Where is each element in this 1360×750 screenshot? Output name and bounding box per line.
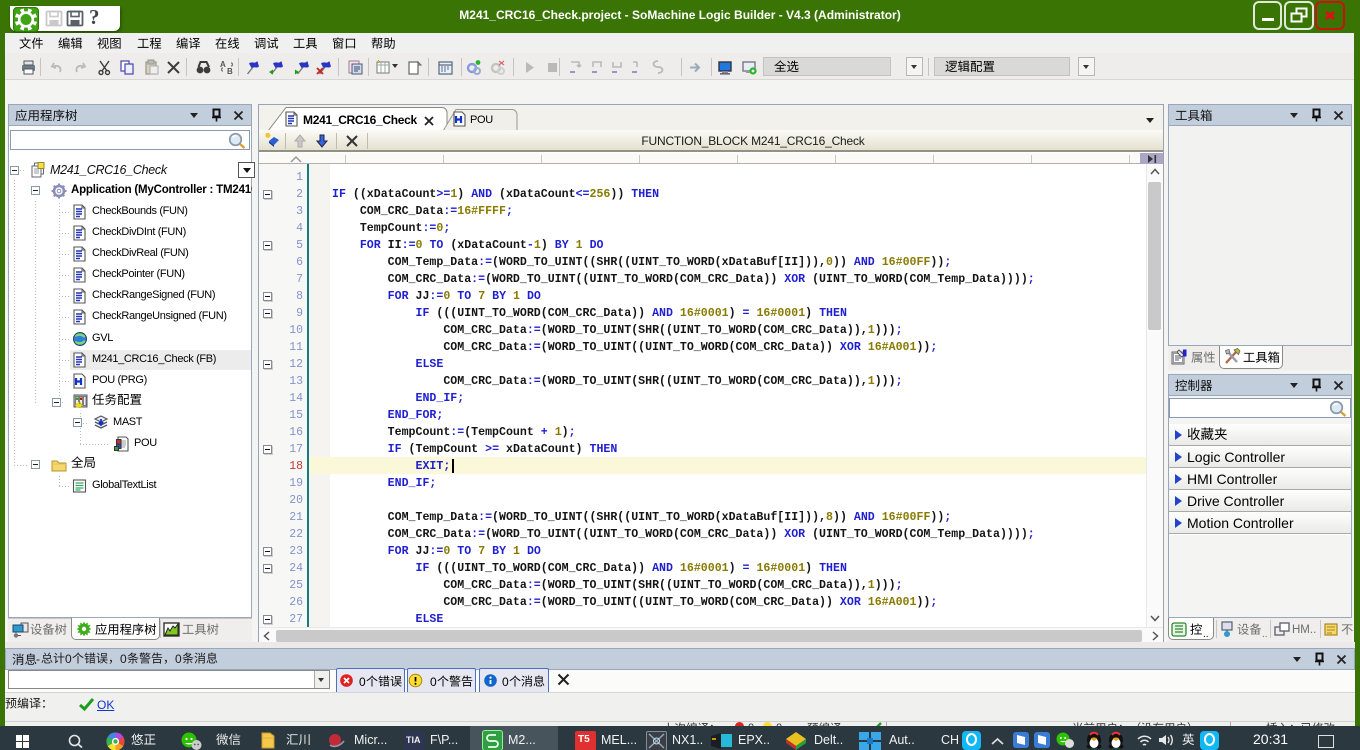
svg-text:B: B <box>227 67 233 76</box>
